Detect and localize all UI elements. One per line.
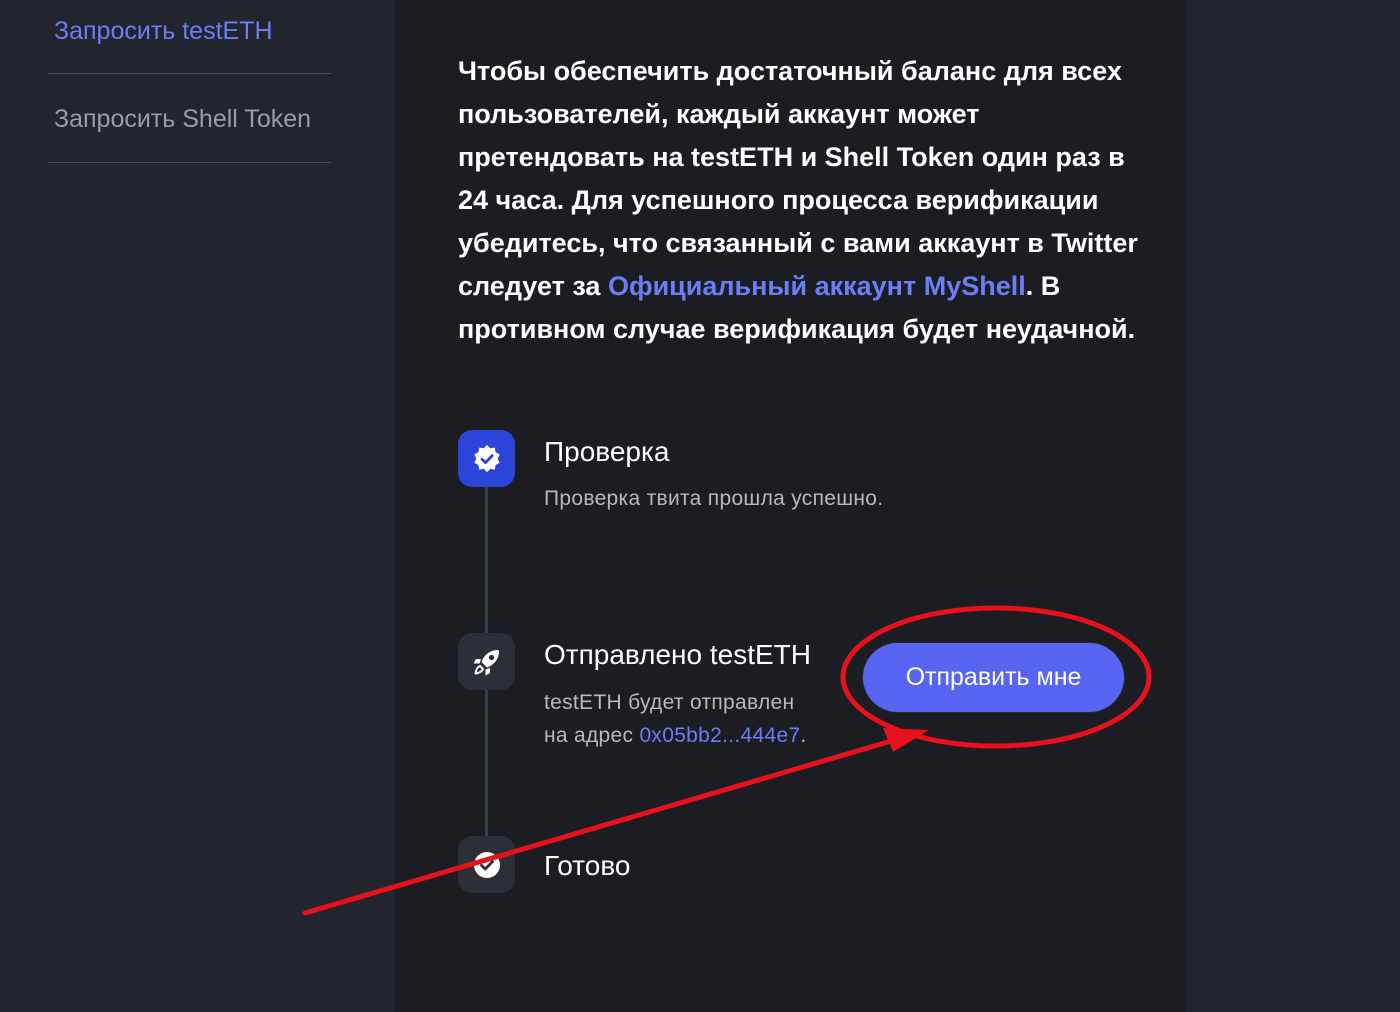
- step-sent-description-line1: testETH будет отправлен: [544, 691, 795, 714]
- intro-text-before: Чтобы обеспечить достаточный баланс для …: [458, 56, 1138, 301]
- verified-badge-icon: [458, 430, 515, 487]
- sidebar-item-request-testeth[interactable]: Запросить testETH: [54, 16, 273, 46]
- sidebar-divider: [48, 73, 331, 74]
- send-to-me-button[interactable]: Отправить мне: [863, 643, 1124, 712]
- myshell-official-account-link[interactable]: Официальный аккаунт MyShell: [608, 271, 1026, 301]
- step-verification-description: Проверка твита прошла успешно.: [544, 487, 884, 510]
- step-sent-title: Отправлено testETH: [544, 639, 811, 670]
- intro-text: Чтобы обеспечить достаточный баланс для …: [458, 50, 1148, 351]
- check-circle-icon: [458, 836, 515, 893]
- sidebar-item-request-shell-token[interactable]: Запросить Shell Token: [54, 104, 311, 134]
- right-pane: [1187, 0, 1400, 1012]
- step-verification-title: Проверка: [544, 436, 670, 467]
- sidebar-divider: [48, 162, 331, 163]
- timeline-connector: [485, 487, 488, 633]
- timeline-connector: [485, 690, 488, 836]
- step-done-title: Готово: [544, 850, 631, 881]
- step-sent-description-prefix: на адрес: [544, 724, 640, 747]
- sidebar: Запросить testETH Запросить Shell Token: [0, 0, 395, 1012]
- step-sent-description-suffix: .: [800, 724, 807, 747]
- wallet-address-link[interactable]: 0x05bb2...444e7: [639, 724, 800, 747]
- rocket-icon: [458, 633, 515, 690]
- step-sent-description: testETH будет отправлен на адрес 0x05bb2.…: [544, 686, 807, 752]
